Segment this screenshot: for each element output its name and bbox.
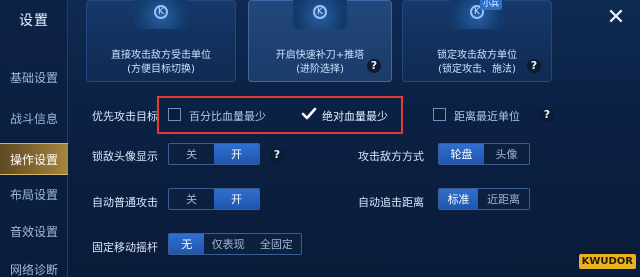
priority-target-label: 优先攻击目标 bbox=[92, 110, 158, 123]
standard-option[interactable]: 标准 bbox=[439, 189, 479, 209]
visual-only-option[interactable]: 仅表现 bbox=[204, 234, 252, 254]
auto-chase-label: 自动追击距离 bbox=[358, 196, 424, 209]
sidebar-item-layout[interactable]: 布局设置 bbox=[0, 179, 68, 211]
wheel-option[interactable]: 轮盘 bbox=[439, 144, 484, 164]
fixed-joystick-label: 固定移动摇杆 bbox=[92, 241, 158, 254]
sidebar-item-audio[interactable]: 音效设置 bbox=[0, 216, 68, 248]
toggle-on-option[interactable]: 开 bbox=[214, 189, 259, 209]
auto-chase-toggle[interactable]: 标准 近距离 bbox=[438, 188, 530, 210]
attack-mode-card-lock[interactable]: K 小兵 锁定攻击敌方单位 (锁定攻击、施法) ? bbox=[402, 0, 552, 82]
toggle-off-option[interactable]: 关 bbox=[169, 189, 214, 209]
card-illustration: K 小兵 bbox=[450, 0, 504, 29]
attack-mode-card-direct[interactable]: K 直接攻击敌方受击单位 (方便目标切换) bbox=[86, 0, 236, 82]
close-range-option[interactable]: 近距离 bbox=[478, 189, 529, 209]
avatar-option[interactable]: 头像 bbox=[484, 144, 529, 164]
attack-mode-card-quick[interactable]: K 开启快速补刀+推塔 (进阶选择) ? bbox=[248, 0, 392, 82]
help-icon[interactable]: ? bbox=[367, 59, 381, 73]
watermark-logo: KWUDOR bbox=[578, 254, 636, 269]
toggle-off-option[interactable]: 关 bbox=[169, 144, 214, 164]
sidebar: 设置 基础设置 战斗信息 操作设置 布局设置 音效设置 网络诊断 bbox=[0, 0, 68, 277]
sidebar-item-combat-info[interactable]: 战斗信息 bbox=[0, 103, 68, 135]
lock-avatar-label: 锁敌头像显示 bbox=[92, 150, 158, 163]
attack-mode-label: 攻击敌方方式 bbox=[358, 150, 424, 163]
sidebar-item-network[interactable]: 网络诊断 bbox=[0, 254, 68, 277]
k-icon: K bbox=[154, 5, 168, 19]
close-button[interactable]: ✕ bbox=[602, 4, 630, 32]
k-icon: K bbox=[313, 5, 327, 19]
fixed-joystick-toggle[interactable]: 无 仅表现 全固定 bbox=[168, 233, 302, 255]
option-nearest-unit-label: 距离最近单位 bbox=[454, 110, 520, 123]
sidebar-title: 设置 bbox=[19, 13, 49, 29]
card-illustration: K bbox=[293, 0, 347, 29]
sidebar-item-controls[interactable]: 操作设置 bbox=[0, 143, 68, 175]
card-description: 直接攻击敌方受击单位 (方便目标切换) bbox=[111, 50, 211, 75]
fully-fixed-option[interactable]: 全固定 bbox=[251, 234, 301, 254]
settings-window: 设置 基础设置 战斗信息 操作设置 布局设置 音效设置 网络诊断 K 直接攻击敌… bbox=[0, 0, 640, 277]
auto-attack-toggle[interactable]: 关 开 bbox=[168, 188, 260, 210]
attack-mode-toggle[interactable]: 轮盘 头像 bbox=[438, 143, 530, 165]
card-illustration: K bbox=[134, 0, 188, 29]
toggle-on-option[interactable]: 开 bbox=[214, 144, 259, 164]
highlight-annotation bbox=[157, 96, 403, 134]
sidebar-item-basic[interactable]: 基础设置 bbox=[0, 62, 68, 94]
help-icon[interactable]: ? bbox=[540, 108, 554, 122]
minion-badge: 小兵 bbox=[480, 0, 502, 10]
none-option[interactable]: 无 bbox=[169, 234, 205, 254]
help-icon[interactable]: ? bbox=[270, 148, 284, 162]
help-icon[interactable]: ? bbox=[527, 59, 541, 73]
lock-avatar-toggle[interactable]: 关 开 bbox=[168, 143, 260, 165]
auto-attack-label: 自动普通攻击 bbox=[92, 196, 158, 209]
option-nearest-unit-checkbox[interactable] bbox=[433, 108, 446, 121]
